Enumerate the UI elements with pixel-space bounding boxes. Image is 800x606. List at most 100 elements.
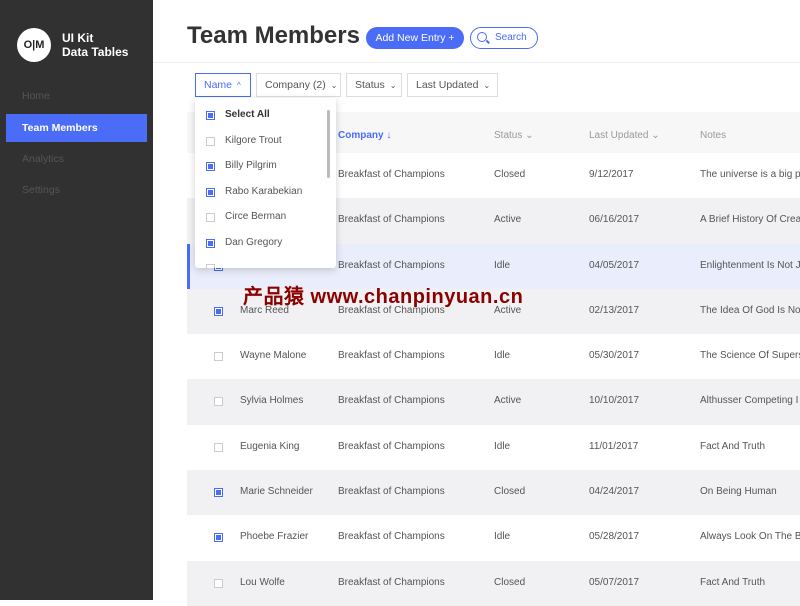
dropdown-item[interactable]: Rabo Karabekian (195, 180, 325, 205)
sidebar-item-team-members[interactable]: Team Members (6, 114, 147, 142)
checkbox[interactable] (206, 238, 215, 248)
row-checkbox[interactable] (214, 488, 223, 498)
cell-company: Breakfast of Champions (338, 576, 445, 588)
cell-name: Lou Wolfe (240, 576, 285, 588)
checkbox[interactable] (206, 213, 215, 222)
cell-last-updated: 05/28/2017 (589, 531, 640, 543)
cell-company: Breakfast of Champions (338, 440, 445, 452)
column-last-updated[interactable]: Last Updated ⌄ (589, 130, 660, 141)
checkbox[interactable] (206, 136, 215, 146)
search-input[interactable]: Search (470, 27, 538, 49)
filter-last-updated[interactable]: Last Updated ⌄ (407, 73, 498, 97)
filter-label: Company (2) (265, 79, 326, 91)
checkbox[interactable] (206, 264, 215, 268)
checkbox[interactable] (206, 187, 215, 197)
column-status[interactable]: Status ⌄ (494, 130, 534, 141)
filter-label: Last Updated (416, 79, 479, 91)
dropdown-item-label: Kilgore Trout (225, 134, 282, 146)
search-icon (477, 32, 487, 42)
cell-status: Idle (494, 350, 511, 362)
cell-notes: The Science Of Supers (700, 350, 800, 362)
cell-notes: The universe is a big p (700, 169, 800, 180)
table-row[interactable]: Marie Schneider Breakfast of Champions C… (187, 470, 800, 516)
dropdown-item[interactable]: Circe Berman (195, 205, 325, 230)
cell-last-updated: 11/01/2017 (589, 440, 639, 452)
dropdown-item[interactable]: Dan Gregory (195, 231, 325, 256)
cell-notes: On Being Human (700, 486, 777, 498)
dropdown-item[interactable]: Billy Pilgrim (195, 154, 325, 179)
cell-status: Closed (494, 576, 526, 588)
dropdown-scrollbar[interactable] (327, 110, 330, 178)
cell-status: Idle (494, 259, 511, 271)
brand: UI Kit Data Tables (62, 31, 128, 59)
cell-name: Wayne Malone (240, 350, 307, 362)
column-company[interactable]: Company ↓ (338, 130, 391, 141)
cell-last-updated: 05/30/2017 (589, 350, 640, 362)
divider (153, 62, 800, 63)
cell-name: Eugenia King (240, 440, 300, 452)
cell-notes: Fact And Truth (700, 440, 766, 452)
cell-last-updated: 02/13/2017 (589, 304, 640, 316)
checkbox[interactable] (206, 162, 215, 171)
row-checkbox[interactable] (214, 442, 223, 452)
row-checkbox[interactable] (214, 306, 223, 316)
chevron-down-icon: ⌄ (389, 81, 397, 90)
filter-status[interactable]: Status ⌄ (346, 73, 402, 97)
cell-notes: The Idea Of God Is No (700, 304, 800, 316)
row-checkbox[interactable] (214, 578, 223, 588)
cell-last-updated: 10/10/2017 (589, 395, 640, 407)
cell-name: Sylvia Holmes (240, 395, 304, 407)
cell-company: Breakfast of Champions (338, 395, 445, 407)
cell-notes: Always Look On The B (700, 531, 800, 543)
chevron-up-icon: ^ (237, 81, 241, 90)
dropdown-item-label: Select All (225, 109, 270, 120)
dropdown-item[interactable]: Kilgore Trout (195, 129, 325, 154)
row-checkbox[interactable] (214, 397, 223, 407)
sidebar-item-settings[interactable]: Settings (6, 176, 147, 204)
page-title: Team Members (187, 22, 360, 49)
cell-last-updated: 9/12/2017 (589, 169, 634, 180)
sidebar-item-home[interactable]: Home (6, 82, 147, 110)
cell-last-updated: 04/05/2017 (589, 259, 640, 271)
dropdown-item-label: Rabo Karabekian (225, 185, 303, 197)
filter-company[interactable]: Company (2) ⌄ (256, 73, 341, 97)
table-row[interactable]: Eugenia King Breakfast of Champions Idle… (187, 425, 800, 470)
cell-notes: Fact And Truth (700, 576, 766, 588)
dropdown-item-label: Circe Berman (225, 211, 287, 222)
row-checkbox[interactable] (214, 533, 223, 543)
cell-company: Breakfast of Champions (338, 214, 445, 226)
dropdown-item[interactable]: Select All (195, 103, 325, 128)
filter-label: Name (204, 79, 233, 91)
dropdown-item-partial[interactable] (195, 256, 325, 268)
cell-company: Breakfast of Champions (338, 259, 445, 271)
brand-line1: UI Kit (62, 31, 94, 45)
cell-last-updated: 06/16/2017 (589, 214, 640, 226)
cell-status: Active (494, 214, 522, 226)
dropdown-item-label: Billy Pilgrim (225, 160, 277, 171)
cell-name: Phoebe Frazier (240, 531, 309, 543)
chevron-down-icon: ⌄ (483, 81, 491, 90)
cell-last-updated: 05/07/2017 (589, 576, 640, 588)
cell-company: Breakfast of Champions (338, 486, 445, 498)
cell-company: Breakfast of Champions (338, 350, 445, 362)
table-row[interactable]: Phoebe Frazier Breakfast of Champions Id… (187, 515, 800, 560)
add-new-entry-button[interactable]: Add New Entry + (366, 27, 464, 49)
filter-name[interactable]: Name ^ (195, 73, 251, 97)
table-row[interactable]: Wayne Malone Breakfast of Champions Idle… (187, 334, 800, 379)
chevron-down-icon: ⌄ (330, 81, 338, 90)
table-row[interactable]: Sylvia Holmes Breakfast of Champions Act… (187, 379, 800, 425)
dropdown-item-label: Dan Gregory (225, 236, 283, 248)
sidebar: O|M UI Kit Data Tables Home Team Members … (0, 0, 153, 600)
cell-status: Active (494, 395, 522, 407)
checkbox[interactable] (206, 111, 215, 120)
sidebar-item-analytics[interactable]: Analytics (6, 145, 147, 173)
table-row[interactable]: Lou Wolfe Breakfast of Champions Closed … (187, 560, 800, 606)
search-placeholder: Search (495, 32, 527, 43)
cell-last-updated: 04/24/2017 (589, 486, 640, 498)
filter-label: Status (355, 79, 385, 91)
cell-name: Marie Schneider (240, 486, 313, 498)
cell-notes: A Brief History Of Crea (700, 214, 800, 226)
column-notes: Notes (700, 130, 727, 141)
row-checkbox[interactable] (214, 352, 223, 362)
cell-status: Idle (494, 531, 511, 543)
